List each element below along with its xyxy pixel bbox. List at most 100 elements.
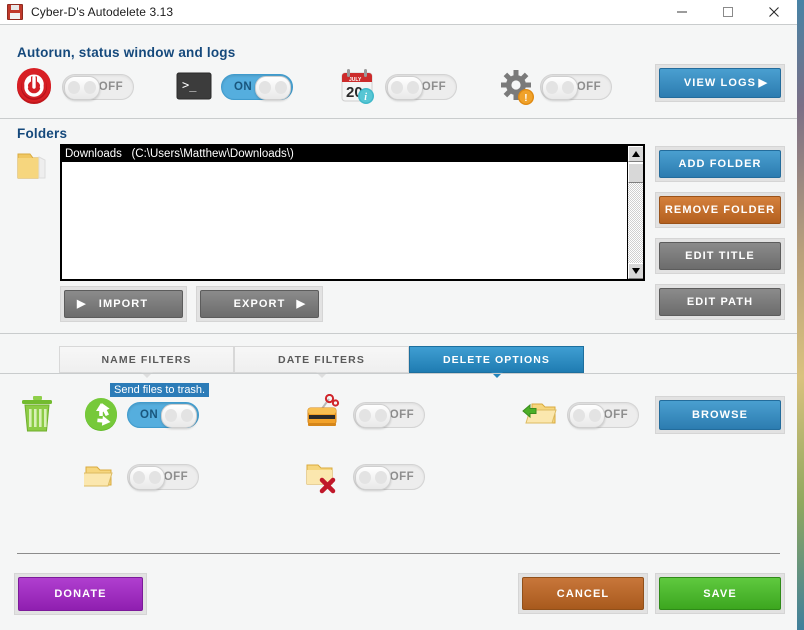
tab-name-filters[interactable]: NAME FILTERS [59, 346, 234, 378]
toggle-state-label: OFF [389, 409, 414, 421]
add-folder-button[interactable]: ADD FOLDER [659, 150, 781, 178]
toggle-knob[interactable] [129, 466, 165, 490]
view-logs-label: VIEW LOGS [683, 77, 757, 89]
filter-tabs: NAME FILTERS DATE FILTERS DELETE OPTIONS [59, 346, 584, 378]
remove-folder-label: REMOVE FOLDER [664, 204, 776, 216]
autorun-toggle-status-window[interactable]: ON [221, 74, 293, 100]
export-button[interactable]: EXPORT ▶ [200, 290, 319, 318]
view-logs-button-wrap: VIEW LOGS ▶ [655, 64, 785, 102]
delete-option-toggle-shred[interactable]: OFF [353, 402, 425, 428]
folders-section-divider [0, 333, 797, 334]
maximize-icon[interactable] [705, 0, 751, 24]
toggle-state-label: OFF [576, 81, 601, 93]
autorun-toggle-schedule[interactable]: OFF [385, 74, 457, 100]
app-window: Cyber-D's Autodelete 3.13 Autorun, statu… [0, 0, 797, 630]
import-button-wrap: ▶ IMPORT [60, 286, 187, 322]
toggle-state-label: OFF [98, 81, 123, 93]
chevron-left-icon: ▶ [77, 297, 87, 310]
toggle-state-label: OFF [603, 409, 628, 421]
view-logs-button[interactable]: VIEW LOGS ▶ [659, 68, 781, 98]
toggle-knob[interactable] [355, 466, 391, 490]
toggle-knob[interactable] [161, 404, 197, 428]
donate-button[interactable]: DONATE [18, 577, 143, 611]
minimize-icon[interactable] [659, 0, 705, 24]
edit-title-label: EDIT TITLE [685, 250, 755, 262]
toggle-knob[interactable] [355, 404, 391, 428]
toggle-state-label: ON [234, 81, 253, 93]
scroll-down-icon[interactable] [628, 263, 643, 279]
svg-text:!: ! [524, 93, 527, 104]
recycle-icon [84, 398, 118, 432]
toggle-knob[interactable] [64, 76, 100, 100]
tab-label: DELETE OPTIONS [443, 353, 550, 366]
power-icon [14, 67, 54, 107]
toggle-state-label: OFF [421, 81, 446, 93]
autorun-toggle-power[interactable]: OFF [62, 74, 134, 100]
edit-title-button-wrap: EDIT TITLE [655, 238, 785, 274]
toggle-state-label: ON [140, 409, 159, 421]
save-button[interactable]: SAVE [659, 577, 781, 610]
edit-title-button[interactable]: EDIT TITLE [659, 242, 781, 270]
console-icon: >_ [176, 72, 212, 100]
add-folder-button-wrap: ADD FOLDER [655, 146, 785, 182]
save-label: SAVE [703, 587, 737, 600]
cancel-label: CANCEL [556, 587, 610, 600]
edit-path-button-wrap: EDIT PATH [655, 284, 785, 320]
floppy-disk-icon [7, 4, 23, 20]
svg-text:JULY: JULY [349, 77, 362, 83]
autorun-section-divider [0, 118, 797, 119]
remove-folder-button-wrap: REMOVE FOLDER [655, 192, 785, 228]
edit-path-button[interactable]: EDIT PATH [659, 288, 781, 316]
window-title: Cyber-D's Autodelete 3.13 [31, 5, 174, 19]
toggle-knob[interactable] [542, 76, 578, 100]
browse-button[interactable]: BROWSE [659, 400, 781, 430]
folder-move-icon [522, 400, 558, 430]
tabs-divider [0, 373, 797, 374]
import-button[interactable]: ▶ IMPORT [64, 290, 183, 318]
svg-text:i: i [364, 92, 367, 103]
toggle-state-label: OFF [389, 471, 414, 483]
save-button-wrap: SAVE [655, 573, 785, 614]
toggle-knob[interactable] [569, 404, 605, 428]
chevron-right-icon: ▶ [296, 297, 306, 310]
toggle-state-label: OFF [163, 471, 188, 483]
calendar-icon: JULY 20 i [337, 65, 379, 109]
shredder-icon [305, 393, 343, 434]
title-bar: Cyber-D's Autodelete 3.13 [0, 0, 797, 24]
donate-label: DONATE [54, 588, 107, 600]
folder-listbox[interactable]: Downloads (C:\Users\Matthew\Downloads\) [60, 144, 645, 281]
remove-folder-button[interactable]: REMOVE FOLDER [659, 196, 781, 224]
delete-option-toggle-trash[interactable]: ON [127, 402, 199, 428]
toggle-knob[interactable] [255, 76, 291, 100]
listbox-scrollbar[interactable] [627, 146, 643, 279]
autorun-section-heading: Autorun, status window and logs [17, 45, 236, 60]
delete-option-toggle-move[interactable]: OFF [567, 402, 639, 428]
folders-section-heading: Folders [17, 126, 68, 141]
import-label: IMPORT [98, 298, 149, 310]
export-button-wrap: EXPORT ▶ [196, 286, 323, 322]
browse-label: BROWSE [691, 409, 749, 421]
window-controls [659, 0, 797, 24]
close-icon[interactable] [751, 0, 797, 24]
cancel-button-wrap: CANCEL [518, 573, 648, 614]
scroll-up-icon[interactable] [628, 146, 643, 162]
tab-date-filters[interactable]: DATE FILTERS [234, 346, 409, 378]
titlebar-divider [0, 24, 797, 25]
scrollbar-thumb[interactable] [628, 163, 643, 183]
edit-path-label: EDIT PATH [686, 296, 754, 308]
tab-label: NAME FILTERS [101, 353, 192, 366]
autorun-toggle-advanced[interactable]: OFF [540, 74, 612, 100]
scrollbar-track[interactable] [628, 183, 643, 263]
tooltip: Send files to trash. [110, 383, 210, 397]
tab-delete-options[interactable]: DELETE OPTIONS [409, 346, 584, 378]
delete-option-toggle-folder-delete[interactable]: OFF [353, 464, 425, 490]
donate-button-wrap: DONATE [14, 573, 147, 615]
gear-warning-icon: ! [500, 68, 536, 106]
toggle-knob[interactable] [387, 76, 423, 100]
list-item[interactable]: Downloads (C:\Users\Matthew\Downloads\) [62, 146, 643, 162]
folder-icon [16, 148, 56, 184]
cancel-button[interactable]: CANCEL [522, 577, 644, 610]
delete-option-toggle-folder-open[interactable]: OFF [127, 464, 199, 490]
tab-label: DATE FILTERS [278, 353, 365, 366]
folder-delete-icon [305, 460, 341, 494]
